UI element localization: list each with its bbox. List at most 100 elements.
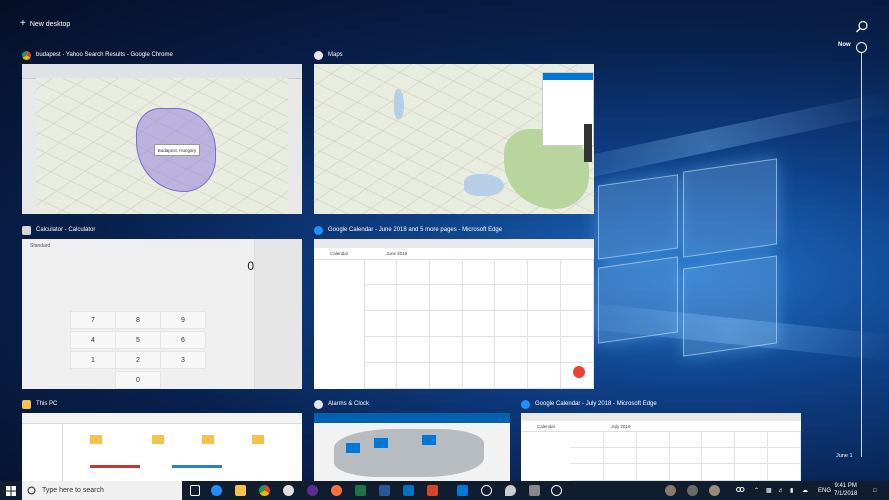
browser-toolbar <box>314 239 594 248</box>
calendar-month-grid <box>364 259 594 389</box>
lake-area <box>464 174 504 196</box>
calc-key-4[interactable]: 4 <box>70 331 116 349</box>
window-alarms-clock[interactable]: Alarms & Clock <box>314 397 510 481</box>
edge-icon <box>314 225 323 235</box>
app-icon[interactable] <box>307 485 318 496</box>
new-desktop-button[interactable]: + New desktop <box>20 18 71 29</box>
taskbar-clock[interactable]: 9:41 PM 7/1/2018 <box>834 482 857 498</box>
clock-pin <box>346 443 360 453</box>
calc-key-5[interactable]: 5 <box>115 331 161 349</box>
edge-icon <box>521 399 530 409</box>
action-center-icon[interactable]: □ <box>873 481 877 500</box>
window-thumbnail: Budapest, Hungary <box>22 64 302 214</box>
file-explorer-icon[interactable] <box>235 485 246 496</box>
clock-pin <box>422 435 436 445</box>
network-icon[interactable]: ▩ <box>766 481 772 500</box>
taskbar-search-box[interactable]: Type here to search <box>22 481 182 500</box>
window-calendar-july[interactable]: Google Calendar - July 2018 - Microsoft … <box>521 397 801 481</box>
map-controls[interactable] <box>584 124 592 162</box>
timeline-scrollbar[interactable] <box>861 52 862 457</box>
window-calculator[interactable]: Calculator - Calculator Standard 0 7 8 9… <box>22 223 302 389</box>
folder-icon <box>152 435 164 444</box>
navigation-pane <box>22 423 63 481</box>
powerpoint-icon[interactable] <box>427 485 438 496</box>
calc-key-2[interactable]: 2 <box>115 351 161 369</box>
onedrive-icon[interactable]: ☁ <box>802 481 808 500</box>
timeline-date-label: June 1 <box>836 453 853 459</box>
excel-icon[interactable] <box>355 485 366 496</box>
plus-icon: + <box>20 18 26 29</box>
calendar-month-label: June 2018 <box>386 251 408 256</box>
search-placeholder: Type here to search <box>42 487 104 494</box>
outlook-icon[interactable] <box>403 485 414 496</box>
memory-panel <box>254 239 302 389</box>
chrome-icon <box>22 50 31 60</box>
window-this-pc[interactable]: This PC <box>22 397 302 481</box>
windows-logo-pane <box>598 256 678 344</box>
start-button[interactable] <box>0 481 22 500</box>
calc-key-3[interactable]: 3 <box>160 351 206 369</box>
maps-icon[interactable] <box>283 485 294 496</box>
world-map <box>334 429 484 477</box>
window-chrome-budapest[interactable]: budapest - Yahoo Search Results - Google… <box>22 48 302 214</box>
word-icon[interactable] <box>379 485 390 496</box>
calculator-mode: Standard <box>30 243 51 249</box>
drive-usage-bar <box>172 465 222 468</box>
avatar[interactable] <box>709 485 720 496</box>
chrome-icon[interactable] <box>259 485 270 496</box>
window-calendar-june[interactable]: Google Calendar - June 2018 and 5 more p… <box>314 223 594 389</box>
window-thumbnail <box>314 64 594 214</box>
drive-usage-bar <box>90 465 140 468</box>
avatar[interactable] <box>687 485 698 496</box>
alarm-icon[interactable] <box>551 485 562 496</box>
folder-icon <box>90 435 102 444</box>
windows-start-icon <box>6 485 16 496</box>
window-title: Maps <box>328 52 343 58</box>
show-hidden-icons-icon[interactable]: ⌃ <box>754 481 759 500</box>
calendar-header-label: Calendar <box>537 423 556 429</box>
window-title: Alarms & Clock <box>328 401 370 407</box>
lake-area <box>394 89 404 119</box>
calc-key-9[interactable]: 9 <box>160 311 206 329</box>
new-desktop-label: New desktop <box>29 20 71 28</box>
search-icon[interactable] <box>855 20 869 34</box>
window-maps[interactable]: Maps <box>314 48 594 214</box>
window-title: This PC <box>36 401 58 407</box>
calculator-icon[interactable] <box>529 485 540 496</box>
firefox-icon[interactable] <box>331 485 342 496</box>
window-title: Google Calendar - July 2018 - Microsoft … <box>535 401 657 407</box>
calc-key-8[interactable]: 8 <box>115 311 161 329</box>
calc-key-6[interactable]: 6 <box>160 331 206 349</box>
language-indicator[interactable]: ENG <box>818 481 831 500</box>
calendar-month-grid <box>571 431 801 481</box>
window-title: budapest - Yahoo Search Results - Google… <box>36 52 173 58</box>
volume-icon[interactable]: ♬ <box>778 481 784 500</box>
store-icon[interactable] <box>457 485 468 496</box>
people-icon[interactable] <box>735 481 745 500</box>
windows-logo-pane <box>683 158 777 258</box>
folder-icon <box>202 435 214 444</box>
maps-pin-icon[interactable] <box>505 485 516 496</box>
map-popup-label: Budapest, Hungary <box>154 144 200 156</box>
edge-icon[interactable] <box>211 485 222 496</box>
cortana-icon <box>27 486 36 495</box>
calc-key-1[interactable]: 1 <box>70 351 116 369</box>
clock-pin <box>374 438 388 448</box>
add-event-button[interactable] <box>573 366 585 378</box>
browser-toolbar <box>22 64 302 79</box>
avatar[interactable] <box>665 485 676 496</box>
window-thumbnail <box>314 413 510 481</box>
calc-key-0[interactable]: 0 <box>115 371 161 389</box>
map-view: Budapest, Hungary <box>36 78 288 214</box>
calculator-icon <box>22 225 31 235</box>
calc-key-7[interactable]: 7 <box>70 311 116 329</box>
battery-icon[interactable]: ▮ <box>790 481 793 500</box>
clock-date: 7/1/2018 <box>834 491 858 497</box>
window-thumbnail: Standard 0 7 8 9 4 5 6 1 2 3 0 <box>22 239 302 389</box>
task-view-icon[interactable] <box>190 485 200 496</box>
windows-logo-pane <box>598 174 678 260</box>
windows-logo-pane <box>683 255 777 357</box>
alarm-clock-icon <box>314 399 323 409</box>
calendar-month-label: July 2018 <box>611 423 631 429</box>
settings-icon[interactable] <box>481 485 492 496</box>
